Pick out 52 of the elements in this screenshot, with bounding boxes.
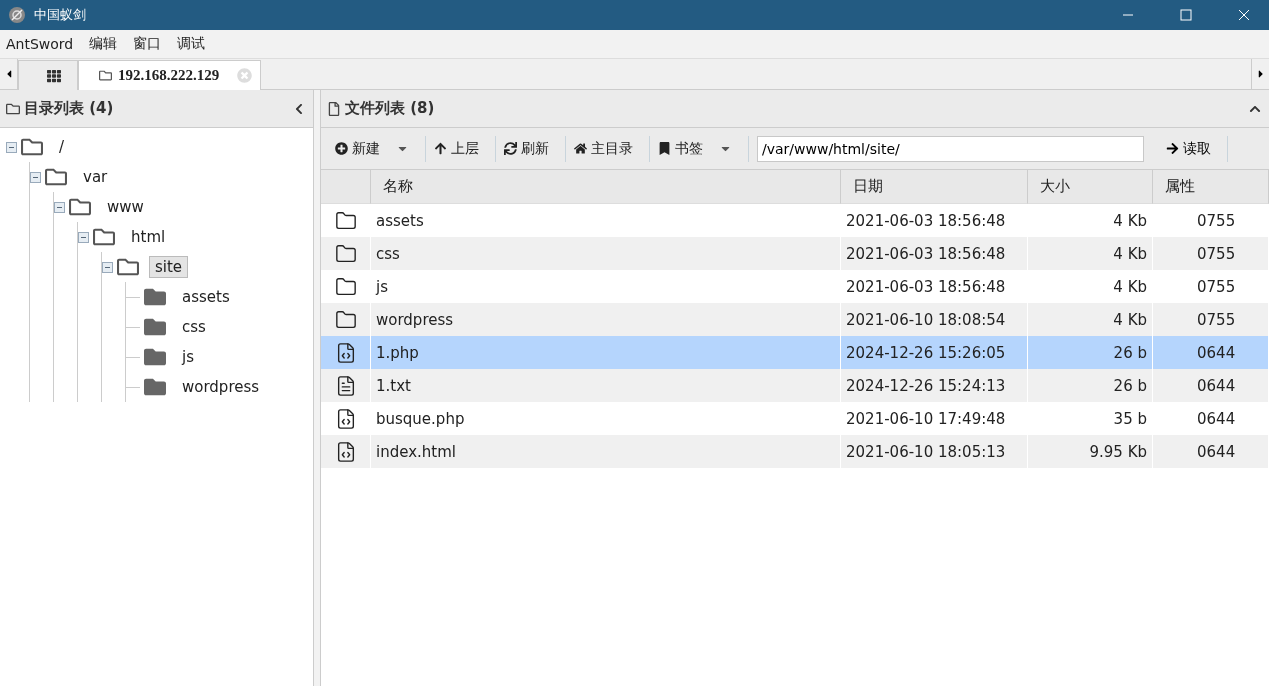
close-icon [1238,9,1250,21]
bookmark-icon [658,142,671,155]
tree-item[interactable]: assets [176,286,236,308]
tree-item[interactable]: site [149,256,189,278]
menu-item[interactable]: 调试 [177,35,206,53]
folder-icon [334,209,357,232]
column-header[interactable]: 属性 [1153,170,1269,204]
folder-icon [6,101,20,116]
collapse-toggle[interactable] [30,171,41,183]
folder-icon [334,275,357,298]
home-icon [574,142,587,155]
tree-item[interactable]: js [176,346,200,368]
panel-title: 文件列表 (8) [345,99,436,118]
toolbar-button[interactable]: 新建 [327,135,426,162]
toolbar-button[interactable]: 书签 [650,135,749,162]
arrow-right-icon [1166,142,1179,155]
toolbar-button[interactable]: 主目录 [566,135,650,162]
tree-item[interactable]: var [77,166,114,188]
file-icon [327,101,341,116]
collapse-icon[interactable] [293,102,305,115]
arrow-up-icon [434,142,447,155]
menu-item[interactable]: 编辑 [89,35,118,53]
read-button[interactable]: 读取 [1150,135,1228,162]
path-field[interactable]: /var/www/html/site/ [757,135,1144,162]
menu-item[interactable]: AntSword [6,36,74,52]
maximize-icon [1180,9,1192,21]
window-title: 中国蚁剑 [34,6,87,24]
collapse-toggle[interactable] [102,261,113,273]
tree-item[interactable]: css [176,316,212,338]
collapse-toggle[interactable] [54,201,65,213]
tree-item[interactable]: html [125,226,172,248]
folder-icon [334,242,357,265]
collapse-toggle[interactable] [6,141,17,153]
column-header[interactable]: 日期 [841,170,1028,204]
panel-title: 目录列表 (4) [24,99,115,118]
collapse-toggle[interactable] [78,231,89,243]
refresh-icon [504,142,517,155]
tree-item[interactable]: / [53,136,71,158]
menu-item[interactable]: 窗口 [133,35,162,53]
folder-icon [334,308,357,331]
tree-item[interactable]: www [101,196,150,218]
tab[interactable]: 192.168.222.129 [78,60,262,90]
column-header[interactable]: 大小 [1028,170,1153,204]
toolbar-button[interactable]: 上层 [426,135,496,162]
tree-item[interactable]: wordpress [176,376,266,398]
grid-icon [47,68,61,83]
toolbar-button[interactable]: 刷新 [496,135,566,162]
folder-icon [99,69,112,82]
tab-label: 192.168.222.129 [118,67,220,84]
column-header[interactable]: 名称 [371,170,841,204]
app-logo-icon [8,6,26,24]
tab[interactable] [18,60,78,90]
